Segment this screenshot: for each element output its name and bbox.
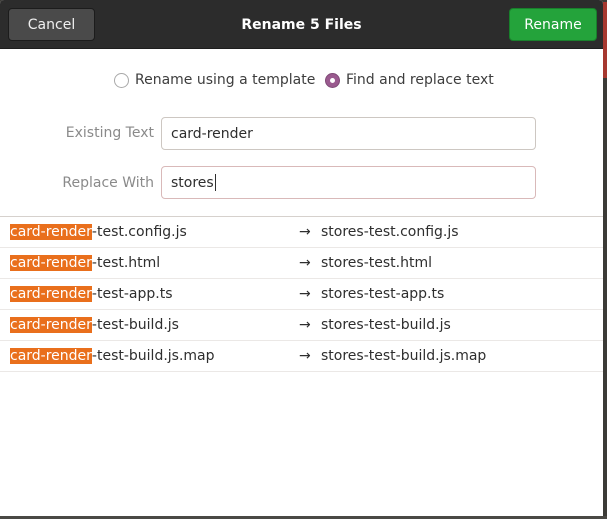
background-window-edge xyxy=(603,0,607,519)
header-bar: Cancel Rename 5 Files Rename xyxy=(0,0,603,49)
match-highlight: card-render xyxy=(10,317,92,333)
match-highlight: card-render xyxy=(10,224,92,240)
file-row[interactable]: card-render -test.config.js → stores-test… xyxy=(0,217,603,248)
original-filename: card-render -test-app.ts xyxy=(10,279,173,309)
match-highlight: card-render xyxy=(10,348,92,364)
file-row[interactable]: card-render -test.html → stores-test.html xyxy=(0,248,603,279)
replace-with-label: Replace With xyxy=(62,175,154,191)
original-filename: card-render -test-build.js xyxy=(10,310,179,340)
filename-rest: -test.html xyxy=(91,255,161,271)
filename-rest: -test-app.ts xyxy=(91,286,173,302)
filename-rest: -test-build.js.map xyxy=(91,348,215,364)
template-radio-option[interactable]: Rename using a template xyxy=(114,68,315,92)
existing-text-value: card-render xyxy=(171,125,253,142)
arrow-icon: → xyxy=(299,286,311,302)
filename-rest: -test-build.js xyxy=(91,317,179,333)
cancel-button[interactable]: Cancel xyxy=(8,8,95,41)
find-replace-radio-label: Find and replace text xyxy=(346,72,494,88)
new-filename: stores-test-build.js xyxy=(321,317,451,333)
find-replace-radio-option[interactable]: Find and replace text xyxy=(325,68,494,92)
find-replace-radio-button[interactable] xyxy=(325,72,340,88)
file-row[interactable]: card-render -test-build.js → stores-test-… xyxy=(0,310,603,341)
rename-dialog: Cancel Rename 5 Files Rename Rename usin… xyxy=(0,0,603,516)
file-row[interactable]: card-render -test-build.js.map → stores-t… xyxy=(0,341,603,372)
file-row[interactable]: card-render -test-app.ts → stores-test-ap… xyxy=(0,279,603,310)
match-highlight: card-render xyxy=(10,255,92,271)
new-filename: stores-test-build.js.map xyxy=(321,348,487,364)
replace-with-input[interactable]: stores xyxy=(161,166,536,199)
arrow-icon: → xyxy=(299,348,311,364)
arrow-icon: → xyxy=(299,317,311,333)
arrow-icon: → xyxy=(299,224,311,240)
file-preview-list: card-render -test.config.js → stores-test… xyxy=(0,216,603,516)
background-window-accent xyxy=(603,2,607,78)
existing-text-input[interactable]: card-render xyxy=(161,117,536,150)
rename-button[interactable]: Rename xyxy=(509,8,597,41)
match-highlight: card-render xyxy=(10,286,92,302)
text-cursor xyxy=(214,174,216,191)
filename-rest: -test.config.js xyxy=(91,224,187,240)
original-filename: card-render -test.config.js xyxy=(10,217,187,247)
mode-selector: Rename using a template Find and replace… xyxy=(0,68,603,92)
original-filename: card-render -test-build.js.map xyxy=(10,341,215,371)
original-filename: card-render -test.html xyxy=(10,248,160,278)
template-radio-label: Rename using a template xyxy=(135,72,316,88)
replace-with-value: stores xyxy=(171,174,214,191)
existing-text-label: Existing Text xyxy=(65,125,154,141)
new-filename: stores-test.html xyxy=(321,255,432,271)
new-filename: stores-test.config.js xyxy=(321,224,459,240)
arrow-icon: → xyxy=(299,255,311,271)
template-radio-button[interactable] xyxy=(114,72,129,88)
new-filename: stores-test-app.ts xyxy=(321,286,445,302)
